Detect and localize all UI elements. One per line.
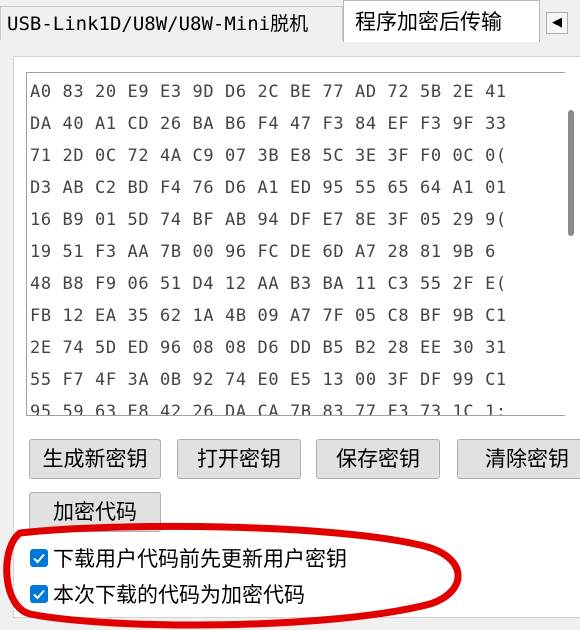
checkbox-label: 本次下载的代码为加密代码 [53,583,305,607]
hex-line: 2E 74 5D ED 96 08 08 D6 DD B5 B2 28 EE 3… [30,338,507,358]
open-key-button[interactable]: 打开密钥 [177,439,301,479]
clear-key-button[interactable]: 清除密钥 [457,439,580,479]
download-encrypted-code-checkbox[interactable]: 本次下载的代码为加密代码 [30,582,305,608]
hex-line: FB 12 EA 35 62 1A 4B 09 A7 7F 05 C8 BF 9… [30,306,507,326]
hex-line: 55 F7 4F 3A 0B 92 74 E0 E5 13 00 3F DF 9… [30,370,507,390]
generate-new-key-button[interactable]: 生成新密钥 [29,439,161,479]
hex-line: 95 59 63 E8 42 26 DA CA 7B 83 77 F3 73 1… [30,402,507,416]
checkbox-label: 下载用户代码前先更新用户密钥 [53,547,347,571]
hex-line: D3 AB C2 BD F4 76 D6 A1 ED 95 55 65 64 A… [30,178,507,198]
tab-usb-link-offline[interactable]: USB-Link1D/U8W/U8W-Mini脱机 [0,6,343,40]
encrypt-code-button[interactable]: 加密代码 [29,492,161,532]
save-key-button[interactable]: 保存密钥 [316,439,440,479]
hex-line: DA 40 A1 CD 26 BA B6 F4 47 F3 84 EF F3 9… [30,114,507,134]
checkbox-checked-icon[interactable] [30,585,48,603]
tab-scroll-left-icon[interactable]: ◀ [546,12,568,34]
hex-lines: A0 83 20 E9 E3 9D D6 2C BE 77 AD 72 5B 2… [30,76,579,416]
update-key-before-download-checkbox[interactable]: 下载用户代码前先更新用户密钥 [30,546,347,572]
tab-encrypted-transfer[interactable]: 程序加密后传输 [343,0,540,42]
scrollbar-thumb[interactable] [568,110,574,236]
hex-line: 19 51 F3 AA 7B 00 96 FC DE 6D A7 28 81 9… [30,242,496,262]
tab-strip: USB-Link1D/U8W/U8W-Mini脱机 程序加密后传输 ◀ [0,0,580,42]
hex-key-display[interactable]: A0 83 20 E9 E3 9D D6 2C BE 77 AD 72 5B 2… [26,72,580,416]
hex-line: 48 B8 F9 06 51 D4 12 AA B3 BA 11 C3 55 2… [30,274,507,294]
hex-line: 16 B9 01 5D 74 BF AB 94 DF E7 8E 3F 05 2… [30,210,507,230]
hex-line: A0 83 20 E9 E3 9D D6 2C BE 77 AD 72 5B 2… [30,82,507,102]
hex-vertical-scrollbar[interactable] [565,72,580,416]
checkbox-checked-icon[interactable] [30,549,48,567]
hex-line: 71 2D 0C 72 4A C9 07 3B E8 5C 3E 3F F0 0… [30,146,507,166]
